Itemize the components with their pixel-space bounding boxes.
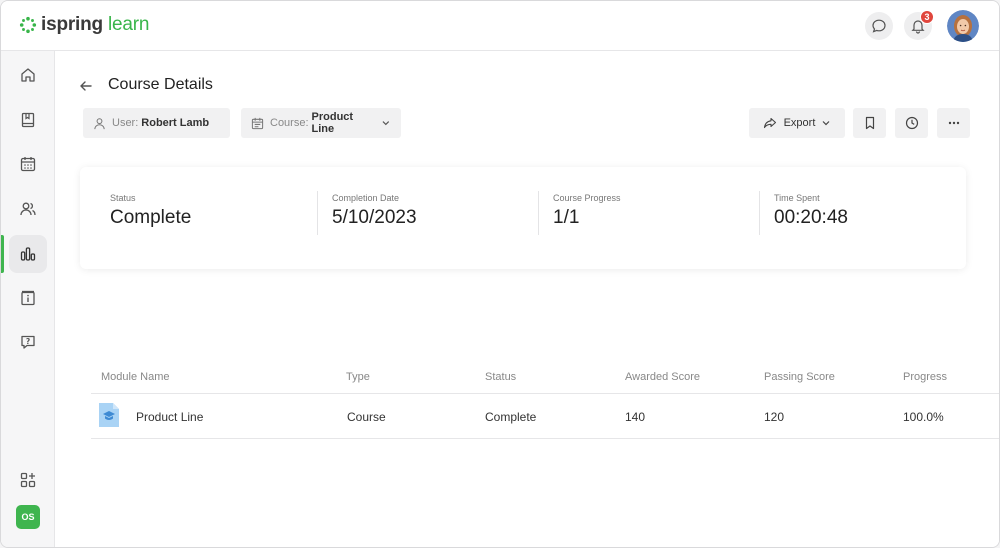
stat-label: Course Progress	[553, 193, 621, 203]
summary-card: Status Complete Completion Date 5/10/202…	[80, 167, 966, 269]
page-title: Course Details	[108, 76, 213, 93]
divider	[538, 191, 539, 235]
stat-value: 5/10/2023	[332, 207, 417, 228]
bookmark-icon	[865, 116, 874, 130]
cell-type: Course	[347, 410, 386, 424]
logo-text: ispring learn	[41, 14, 149, 36]
users-icon	[20, 202, 36, 216]
sidebar: ? OS	[1, 51, 55, 547]
column-header-module-name[interactable]: Module Name	[101, 371, 169, 383]
user-filter[interactable]: User: Robert Lamb	[83, 108, 230, 138]
sidebar-item-library[interactable]	[9, 101, 47, 139]
sidebar-active-indicator	[1, 235, 4, 273]
svg-text:?: ?	[26, 337, 30, 346]
home-icon	[21, 68, 35, 82]
user-initials-badge[interactable]: OS	[16, 505, 40, 529]
column-header-passing-score[interactable]: Passing Score	[764, 371, 835, 383]
logo-brand: ispring	[41, 14, 103, 35]
divider	[759, 191, 760, 235]
column-header-awarded-score[interactable]: Awarded Score	[625, 371, 700, 383]
sidebar-item-help[interactable]: ?	[9, 323, 47, 361]
table-header: Module Name Type Status Awarded Score Pa…	[91, 362, 999, 394]
clock-icon	[905, 116, 918, 130]
calendar-small-icon	[251, 117, 264, 129]
history-button[interactable]	[895, 108, 928, 138]
user-icon	[94, 117, 105, 129]
chat-button[interactable]	[865, 12, 893, 40]
back-button[interactable]	[76, 76, 96, 96]
user-filter-label: User:	[112, 117, 139, 129]
user-filter-value: Robert Lamb	[141, 117, 210, 129]
notifications-badge: 3	[920, 10, 934, 24]
course-filter-label: Course:	[270, 117, 309, 129]
stat-value: Complete	[110, 207, 192, 228]
column-header-status[interactable]: Status	[485, 371, 516, 383]
logo[interactable]: ispring learn	[19, 14, 149, 36]
export-label: Export	[783, 117, 816, 129]
summary-status: Status Complete	[110, 193, 191, 241]
share-icon	[763, 117, 776, 129]
sidebar-item-reports[interactable]	[9, 235, 47, 273]
stat-label: Status	[110, 193, 136, 203]
course-filter-value: Product Line	[311, 111, 354, 135]
help-icon: ?	[21, 335, 35, 349]
course-module-icon	[99, 403, 119, 427]
logo-product: learn	[108, 14, 150, 35]
summary-time-spent: Time Spent 00:20:48	[774, 193, 848, 241]
stat-value: 00:20:48	[774, 207, 848, 228]
sidebar-item-home[interactable]	[9, 56, 47, 94]
calendar-icon	[20, 157, 36, 172]
column-header-progress[interactable]: Progress	[903, 371, 947, 383]
cell-progress: 100.0%	[903, 410, 944, 424]
chat-icon	[872, 19, 886, 33]
cell-module-name[interactable]: Product Line	[136, 410, 203, 424]
app-window: ispring learn 3 ? OS Course Details User…	[0, 0, 1000, 548]
cell-awarded-score: 140	[625, 410, 646, 424]
reports-icon	[20, 247, 36, 261]
chevron-down-icon	[382, 121, 390, 126]
table-row[interactable]: Product Line Course Complete 140 120 100…	[91, 394, 999, 439]
apps-add-icon	[20, 472, 36, 488]
stat-label: Completion Date	[332, 193, 400, 203]
book-icon	[21, 112, 35, 128]
info-icon	[21, 290, 35, 306]
export-button[interactable]: Export	[749, 108, 845, 138]
chevron-down-icon	[822, 121, 830, 126]
more-button[interactable]	[937, 108, 970, 138]
bookmark-button[interactable]	[853, 108, 886, 138]
stat-label: Time Spent	[774, 193, 820, 203]
stat-value: 1/1	[553, 207, 580, 228]
summary-course-progress: Course Progress 1/1	[553, 193, 621, 241]
course-filter[interactable]: Course: Product Line	[241, 108, 401, 138]
top-bar: ispring learn 3	[1, 1, 999, 51]
avatar[interactable]	[947, 10, 979, 42]
summary-completion-date: Completion Date 5/10/2023	[332, 193, 417, 241]
column-header-type[interactable]: Type	[346, 371, 370, 383]
arrow-left-icon	[80, 81, 92, 91]
divider	[317, 191, 318, 235]
cell-status: Complete	[485, 410, 537, 424]
sidebar-item-apps[interactable]	[9, 461, 47, 499]
main-content: Course Details User: Robert Lamb Course:…	[56, 52, 999, 547]
logo-mark-icon	[19, 16, 37, 34]
sidebar-item-users[interactable]	[9, 190, 47, 228]
cell-passing-score: 120	[764, 410, 785, 424]
more-horizontal-icon	[948, 121, 959, 125]
avatar-photo	[947, 10, 979, 42]
sidebar-item-calendar[interactable]	[9, 145, 47, 183]
notifications-button[interactable]: 3	[904, 10, 934, 40]
sidebar-item-info[interactable]	[9, 279, 47, 317]
